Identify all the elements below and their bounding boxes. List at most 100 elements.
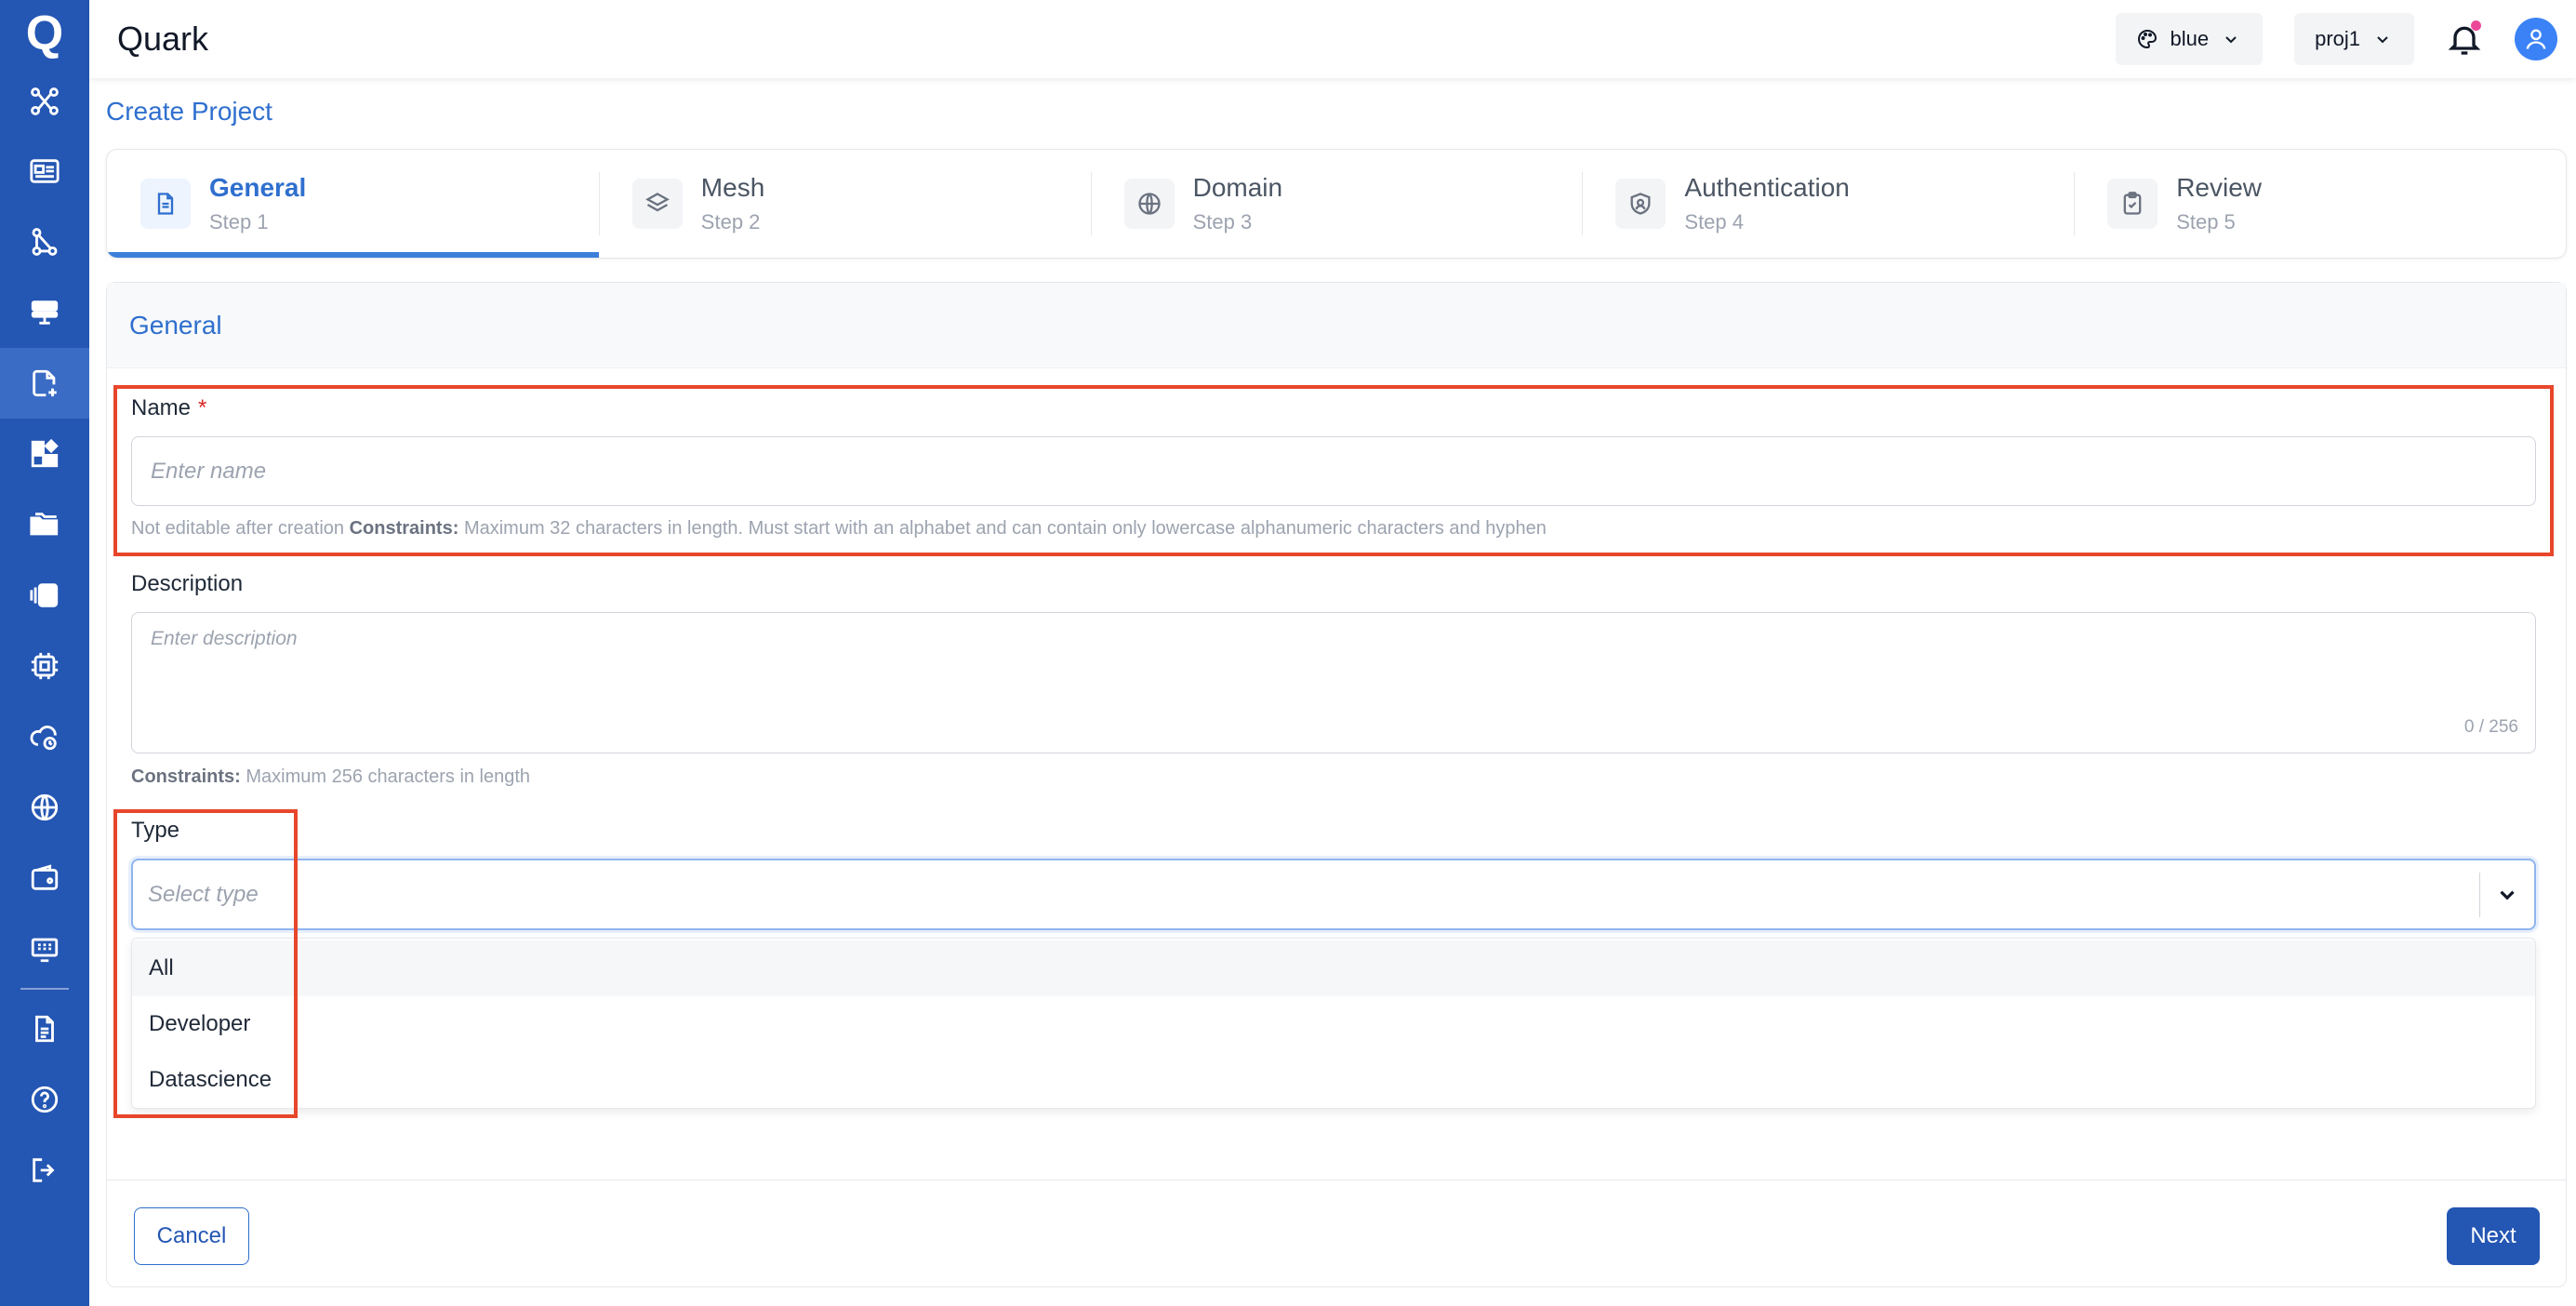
chevron-down-icon (2377, 36, 2388, 44)
name-label: Name * (131, 395, 206, 421)
sidebar-item-registry[interactable] (0, 560, 89, 631)
help-circle-icon (31, 1086, 59, 1113)
step-domain[interactable]: Domain Step 3 (1090, 150, 1583, 258)
theme-select[interactable]: blue (2116, 13, 2264, 65)
name-label-text: Name (131, 395, 192, 420)
step-icon (1123, 179, 1175, 229)
cards-icon (30, 583, 59, 607)
step-icon (1615, 179, 1666, 229)
sidebar-item-domains[interactable] (0, 772, 89, 843)
sidebar-item-create-project[interactable] (0, 348, 89, 419)
file-plus-icon (33, 369, 57, 397)
globe-icon (31, 793, 59, 821)
sidebar-item-widgets[interactable] (0, 419, 89, 489)
character-counter: 0 / 256 (2463, 717, 2518, 737)
step-title: Mesh (700, 173, 765, 202)
type-select-placeholder: Select type (148, 881, 259, 907)
step-icon (2107, 179, 2158, 229)
chevron-down-icon (2500, 890, 2515, 900)
cancel-button[interactable]: Cancel (134, 1207, 249, 1265)
name-hint-constraints: Maximum 32 characters in length. Must st… (463, 518, 1547, 539)
step-authentication[interactable]: Authentication Step 4 (1582, 150, 2074, 258)
sidebar-item-help[interactable] (0, 1064, 89, 1135)
name-input[interactable]: Enter name (131, 436, 2536, 506)
name-input-placeholder: Enter name (151, 458, 267, 484)
app-logo[interactable]: Q (0, 0, 89, 67)
sidebar-item-dashboard[interactable] (0, 136, 89, 207)
document-icon (157, 193, 174, 215)
type-select[interactable]: Select type (131, 859, 2536, 930)
share-nodes-icon (31, 87, 59, 115)
user-icon (2526, 29, 2546, 49)
stepper: General Step 1 Mesh Step 2 Domain Step 3 (106, 149, 2567, 259)
sidebar-item-devices[interactable] (0, 913, 89, 984)
description-hint: Constraints: Maximum 256 characters in l… (131, 766, 530, 788)
sidebar-divider (20, 988, 69, 990)
widgets-icon (31, 438, 59, 468)
step-icon (631, 179, 683, 229)
main-content: Create Project General Step 1 Mesh Step … (89, 78, 2576, 1306)
description-label: Description (131, 571, 244, 596)
layers-icon (644, 193, 670, 212)
step-general[interactable]: General Step 1 (107, 150, 599, 258)
sidebar-item-topology[interactable] (0, 67, 89, 136)
description-textarea[interactable]: Enter description 0 / 256 (131, 612, 2536, 753)
chip-icon (31, 652, 59, 680)
description-hint-constraints: Maximum 256 characters in length (246, 766, 531, 787)
shield-icon (1630, 193, 1651, 215)
name-hint-prefix: Not editable after creation (131, 518, 345, 539)
step-review[interactable]: Review Step 5 (2074, 150, 2566, 258)
theme-select-value: blue (2170, 27, 2210, 50)
step-subtitle: Step 4 (1684, 210, 1744, 233)
step-subtitle: Step 5 (2176, 210, 2236, 233)
footer-divider (107, 1179, 2566, 1180)
globe-icon (1137, 193, 1161, 215)
clipboard-check-icon (2123, 192, 2142, 215)
user-avatar[interactable] (2515, 18, 2557, 60)
type-label: Type (131, 818, 180, 843)
sidebar: Q (0, 0, 89, 1306)
step-title: Authentication (1684, 173, 1850, 202)
project-select-value: proj1 (2315, 27, 2360, 50)
sidebar-item-routes[interactable] (0, 207, 89, 277)
step-title: Review (2176, 173, 2262, 202)
sidebar-item-cloud[interactable] (0, 701, 89, 772)
sidebar-item-hardware[interactable] (0, 631, 89, 701)
next-button[interactable]: Next (2447, 1207, 2540, 1265)
monitor-icon (31, 938, 59, 963)
step-subtitle: Step 3 (1192, 210, 1253, 233)
sidebar-item-services[interactable] (0, 277, 89, 348)
top-header: Quark blue proj1 (89, 0, 2576, 78)
step-title: General (209, 173, 307, 202)
section-title: General (107, 283, 2566, 368)
server-icon (31, 300, 59, 325)
notifications-button[interactable] (2446, 20, 2483, 58)
required-marker: * (198, 395, 207, 420)
name-hint-constraints-label: Constraints: (349, 518, 459, 539)
type-option-datascience[interactable]: Datascience (132, 1052, 2535, 1108)
cloud-sync-icon (30, 726, 57, 751)
general-form-card: General Name * Enter name Not editable af… (106, 282, 2567, 1287)
sidebar-item-logout[interactable] (0, 1135, 89, 1206)
logout-icon (33, 1158, 55, 1182)
header-actions: blue proj1 (2116, 13, 2576, 65)
name-hint: Not editable after creation Constraints:… (131, 518, 1547, 540)
step-title: Domain (1192, 173, 1283, 202)
document-icon (35, 1015, 54, 1043)
type-select-toggle[interactable] (2480, 883, 2534, 907)
sidebar-item-docs[interactable] (0, 993, 89, 1064)
app-title: Quark (117, 20, 209, 58)
palette-icon (2138, 29, 2158, 49)
type-option-all[interactable]: All (132, 940, 2535, 996)
type-option-developer[interactable]: Developer (132, 996, 2535, 1052)
step-mesh[interactable]: Mesh Step 2 (598, 150, 1091, 258)
wallet-icon (31, 864, 59, 890)
path-nodes-icon (32, 228, 58, 256)
sidebar-item-wallet[interactable] (0, 843, 89, 913)
description-placeholder: Enter description (151, 628, 298, 649)
page-title: Create Project (106, 97, 272, 126)
project-select[interactable]: proj1 (2294, 13, 2414, 65)
notification-badge (2471, 20, 2481, 31)
step-subtitle: Step 1 (209, 210, 269, 233)
sidebar-item-projects[interactable] (0, 489, 89, 560)
